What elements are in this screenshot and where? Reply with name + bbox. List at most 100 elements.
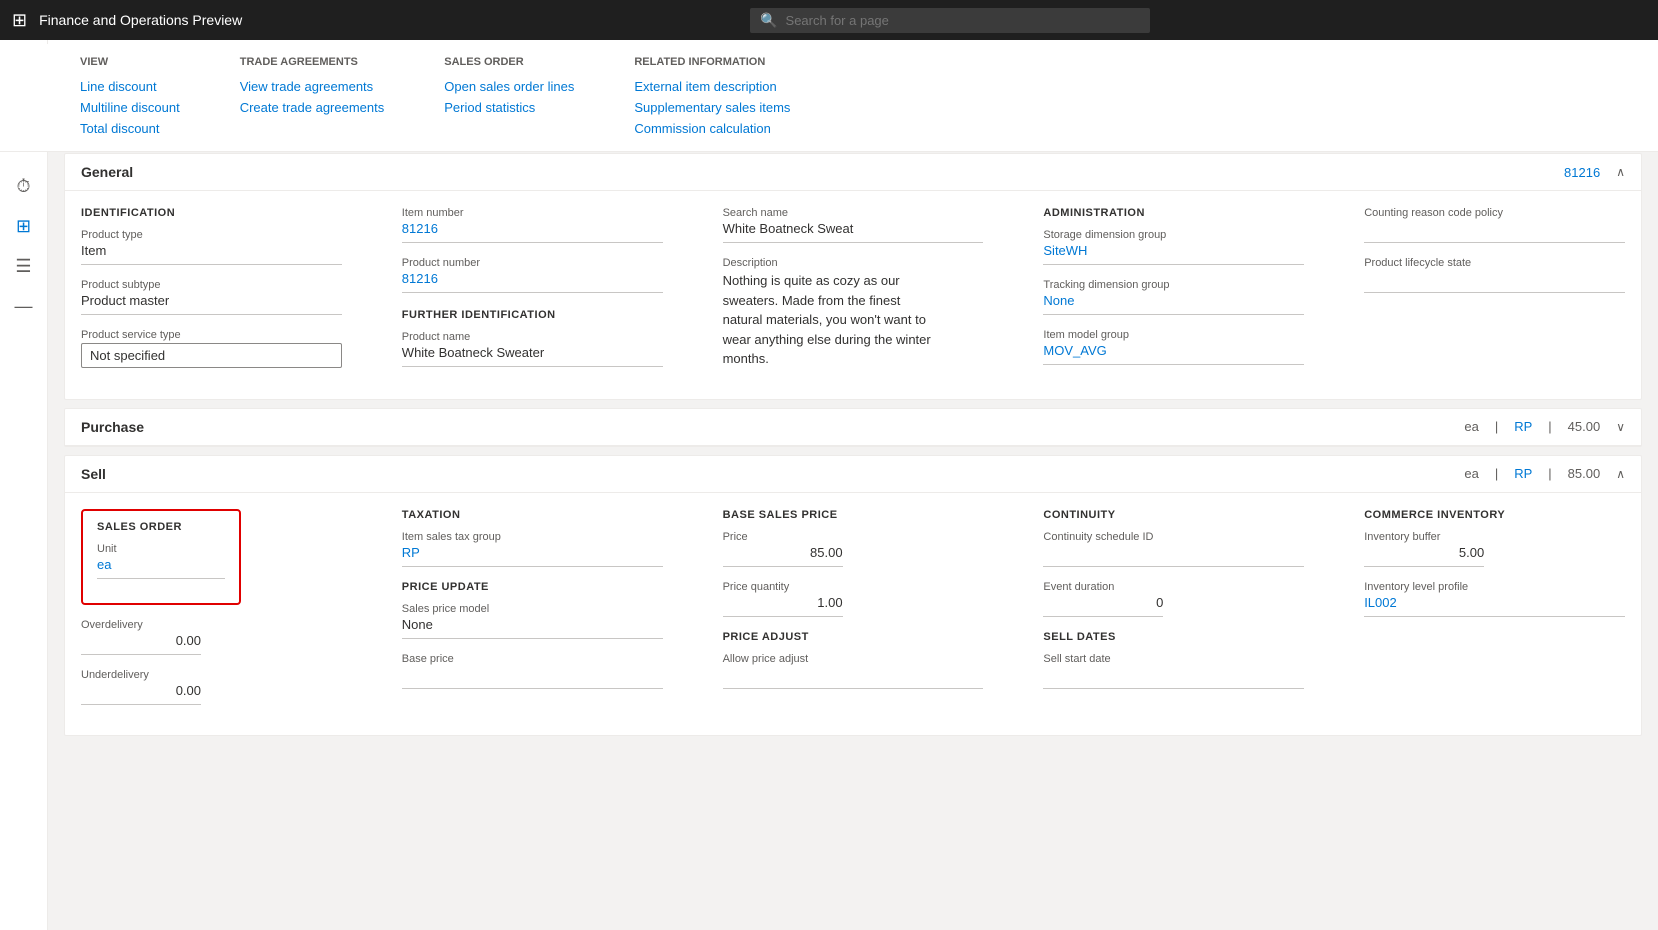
sell-dates-title: SELL DATES [1043,631,1304,643]
sales-order-unit-value[interactable]: ea [97,557,225,579]
taxation-col: TAXATION Item sales tax group RP PRICE U… [402,509,663,719]
sell-chevron[interactable]: ∧ [1616,467,1625,481]
base-price-field: Base price [402,653,663,689]
item-number-field: Item number 81216 [402,207,663,243]
continuity-title: CONTINUITY [1043,509,1304,521]
general-section-id: 81216 [1564,165,1600,180]
dropdown-trade-section: Trade agreements View trade agreements C… [240,56,385,139]
description-field: Description Nothing is quite as cozy as … [723,257,984,369]
further-id-block: FURTHER IDENTIFICATION Product name Whit… [402,309,663,367]
counting-reason-label: Counting reason code policy [1364,207,1625,219]
item-sales-tax-value[interactable]: RP [402,545,663,567]
sidebar-workspaces[interactable]: ⊞ [6,208,42,244]
top-bar: ⊞ Finance and Operations Preview 🔍 [0,0,1658,40]
sell-section-title: Sell [81,466,106,482]
tracking-dim-value[interactable]: None [1043,293,1304,315]
dropdown-period-stats[interactable]: Period statistics [444,97,574,118]
product-name-field: Product name White Boatneck Sweater [402,331,663,367]
purchase-rp: RP [1514,419,1532,434]
dropdown-commission[interactable]: Commission calculation [634,118,790,139]
price-qty-value: 1.00 [723,595,843,617]
price-qty-field: Price quantity 1.00 [723,581,984,617]
item-number-value[interactable]: 81216 [402,221,663,243]
sidebar-recent[interactable]: ⏱ [6,168,42,204]
purchase-section-header[interactable]: Purchase ea | RP | 45.00 ∨ [65,409,1641,446]
sell-section: Sell ea | RP | 85.00 ∧ [64,455,1642,736]
item-number-label: Item number [402,207,663,219]
underdelivery-label: Underdelivery [81,669,342,681]
general-columns: IDENTIFICATION Product type Item Product… [81,207,1625,383]
price-update-title: PRICE UPDATE [402,581,663,593]
page-content: ▼ Released product details 81216 : White… [48,84,1658,930]
general-section-body: IDENTIFICATION Product type Item Product… [65,191,1641,399]
identification-col: IDENTIFICATION Product type Item Product… [81,207,342,383]
sell-section-header[interactable]: Sell ea | RP | 85.00 ∧ [65,456,1641,493]
dropdown-external-item[interactable]: External item description [634,76,790,97]
product-name-label: Product name [402,331,663,343]
purchase-divider: | [1495,419,1498,434]
price-qty-label: Price quantity [723,581,984,593]
dropdown-trade-title: Trade agreements [240,56,385,68]
product-lifecycle-value [1364,271,1625,293]
general-chevron[interactable]: ∧ [1616,165,1625,179]
storage-dim-value[interactable]: SiteWH [1043,243,1304,265]
product-service-type-value[interactable]: Not specified [81,343,342,368]
sales-price-model-label: Sales price model [402,603,663,615]
sidebar-collapse[interactable]: — [6,288,42,324]
search-name-value: White Boatneck Sweat [723,221,984,243]
dropdown-create-trade[interactable]: Create trade agreements [240,97,385,118]
dropdown-supplementary[interactable]: Supplementary sales items [634,97,790,118]
inventory-buffer-value: 5.00 [1364,545,1484,567]
dropdown-line-discount[interactable]: Line discount [80,76,180,97]
search-icon: 🔍 [760,12,777,29]
product-number-field: Product number 81216 [402,257,663,293]
dropdown-related-title: Related information [634,56,790,68]
product-service-type-field: Product service type Not specified [81,329,342,368]
overdelivery-block: Overdelivery 0.00 Underdelivery 0.00 [81,619,342,705]
sales-order-box: SALES ORDER Unit ea [81,509,241,605]
sidebar-modules[interactable]: ☰ [6,248,42,284]
sales-order-unit-field: Unit ea [97,543,225,579]
sell-section-right: ea | RP | 85.00 ∧ [1464,466,1625,481]
inventory-buffer-field: Inventory buffer 5.00 [1364,531,1625,567]
grid-icon[interactable]: ⊞ [12,10,27,31]
base-price-label: Base price [402,653,663,665]
further-id-title: FURTHER IDENTIFICATION [402,309,663,321]
continuity-id-field: Continuity schedule ID [1043,531,1304,567]
purchase-unit: ea [1464,419,1478,434]
search-name-field: Search name White Boatneck Sweat [723,207,984,243]
storage-dim-label: Storage dimension group [1043,229,1304,241]
product-number-label: Product number [402,257,663,269]
underdelivery-field: Underdelivery 0.00 [81,669,342,705]
inventory-buffer-label: Inventory buffer [1364,531,1625,543]
inventory-level-profile-value[interactable]: IL002 [1364,595,1625,617]
taxation-title: TAXATION [402,509,663,521]
continuity-id-value [1043,545,1304,567]
general-section-header[interactable]: General 81216 ∧ [65,154,1641,191]
purchase-chevron[interactable]: ∨ [1616,420,1625,434]
purchase-section-right: ea | RP | 45.00 ∨ [1464,419,1625,434]
dropdown-open-sales-order[interactable]: Open sales order lines [444,76,574,97]
price-update-block: PRICE UPDATE Sales price model None Base… [402,581,663,689]
commerce-inventory-title: COMMERCE INVENTORY [1364,509,1625,521]
app-layout: ☰ ⌂ ★ ⏱ ⊞ ☰ — ✏ Edit + New 🗑 Delete Prod… [0,40,1658,930]
sales-price-model-value: None [402,617,663,639]
tracking-dim-label: Tracking dimension group [1043,279,1304,291]
product-service-type-label: Product service type [81,329,342,341]
product-number-value[interactable]: 81216 [402,271,663,293]
dropdown-multiline-discount[interactable]: Multiline discount [80,97,180,118]
overdelivery-label: Overdelivery [81,619,342,631]
product-subtype-label: Product subtype [81,279,342,291]
item-model-group-value[interactable]: MOV_AVG [1043,343,1304,365]
underdelivery-value: 0.00 [81,683,201,705]
description-label: Description [723,257,984,269]
dropdown-total-discount[interactable]: Total discount [80,118,180,139]
purchase-section-title: Purchase [81,419,144,435]
inventory-level-profile-label: Inventory level profile [1364,581,1625,593]
search-bar[interactable]: 🔍 [750,8,1150,33]
product-lifecycle-label: Product lifecycle state [1364,257,1625,269]
dropdown-view-trade[interactable]: View trade agreements [240,76,385,97]
product-type-field: Product type Item [81,229,342,265]
administration-title: ADMINISTRATION [1043,207,1304,219]
search-input[interactable] [786,13,1141,28]
